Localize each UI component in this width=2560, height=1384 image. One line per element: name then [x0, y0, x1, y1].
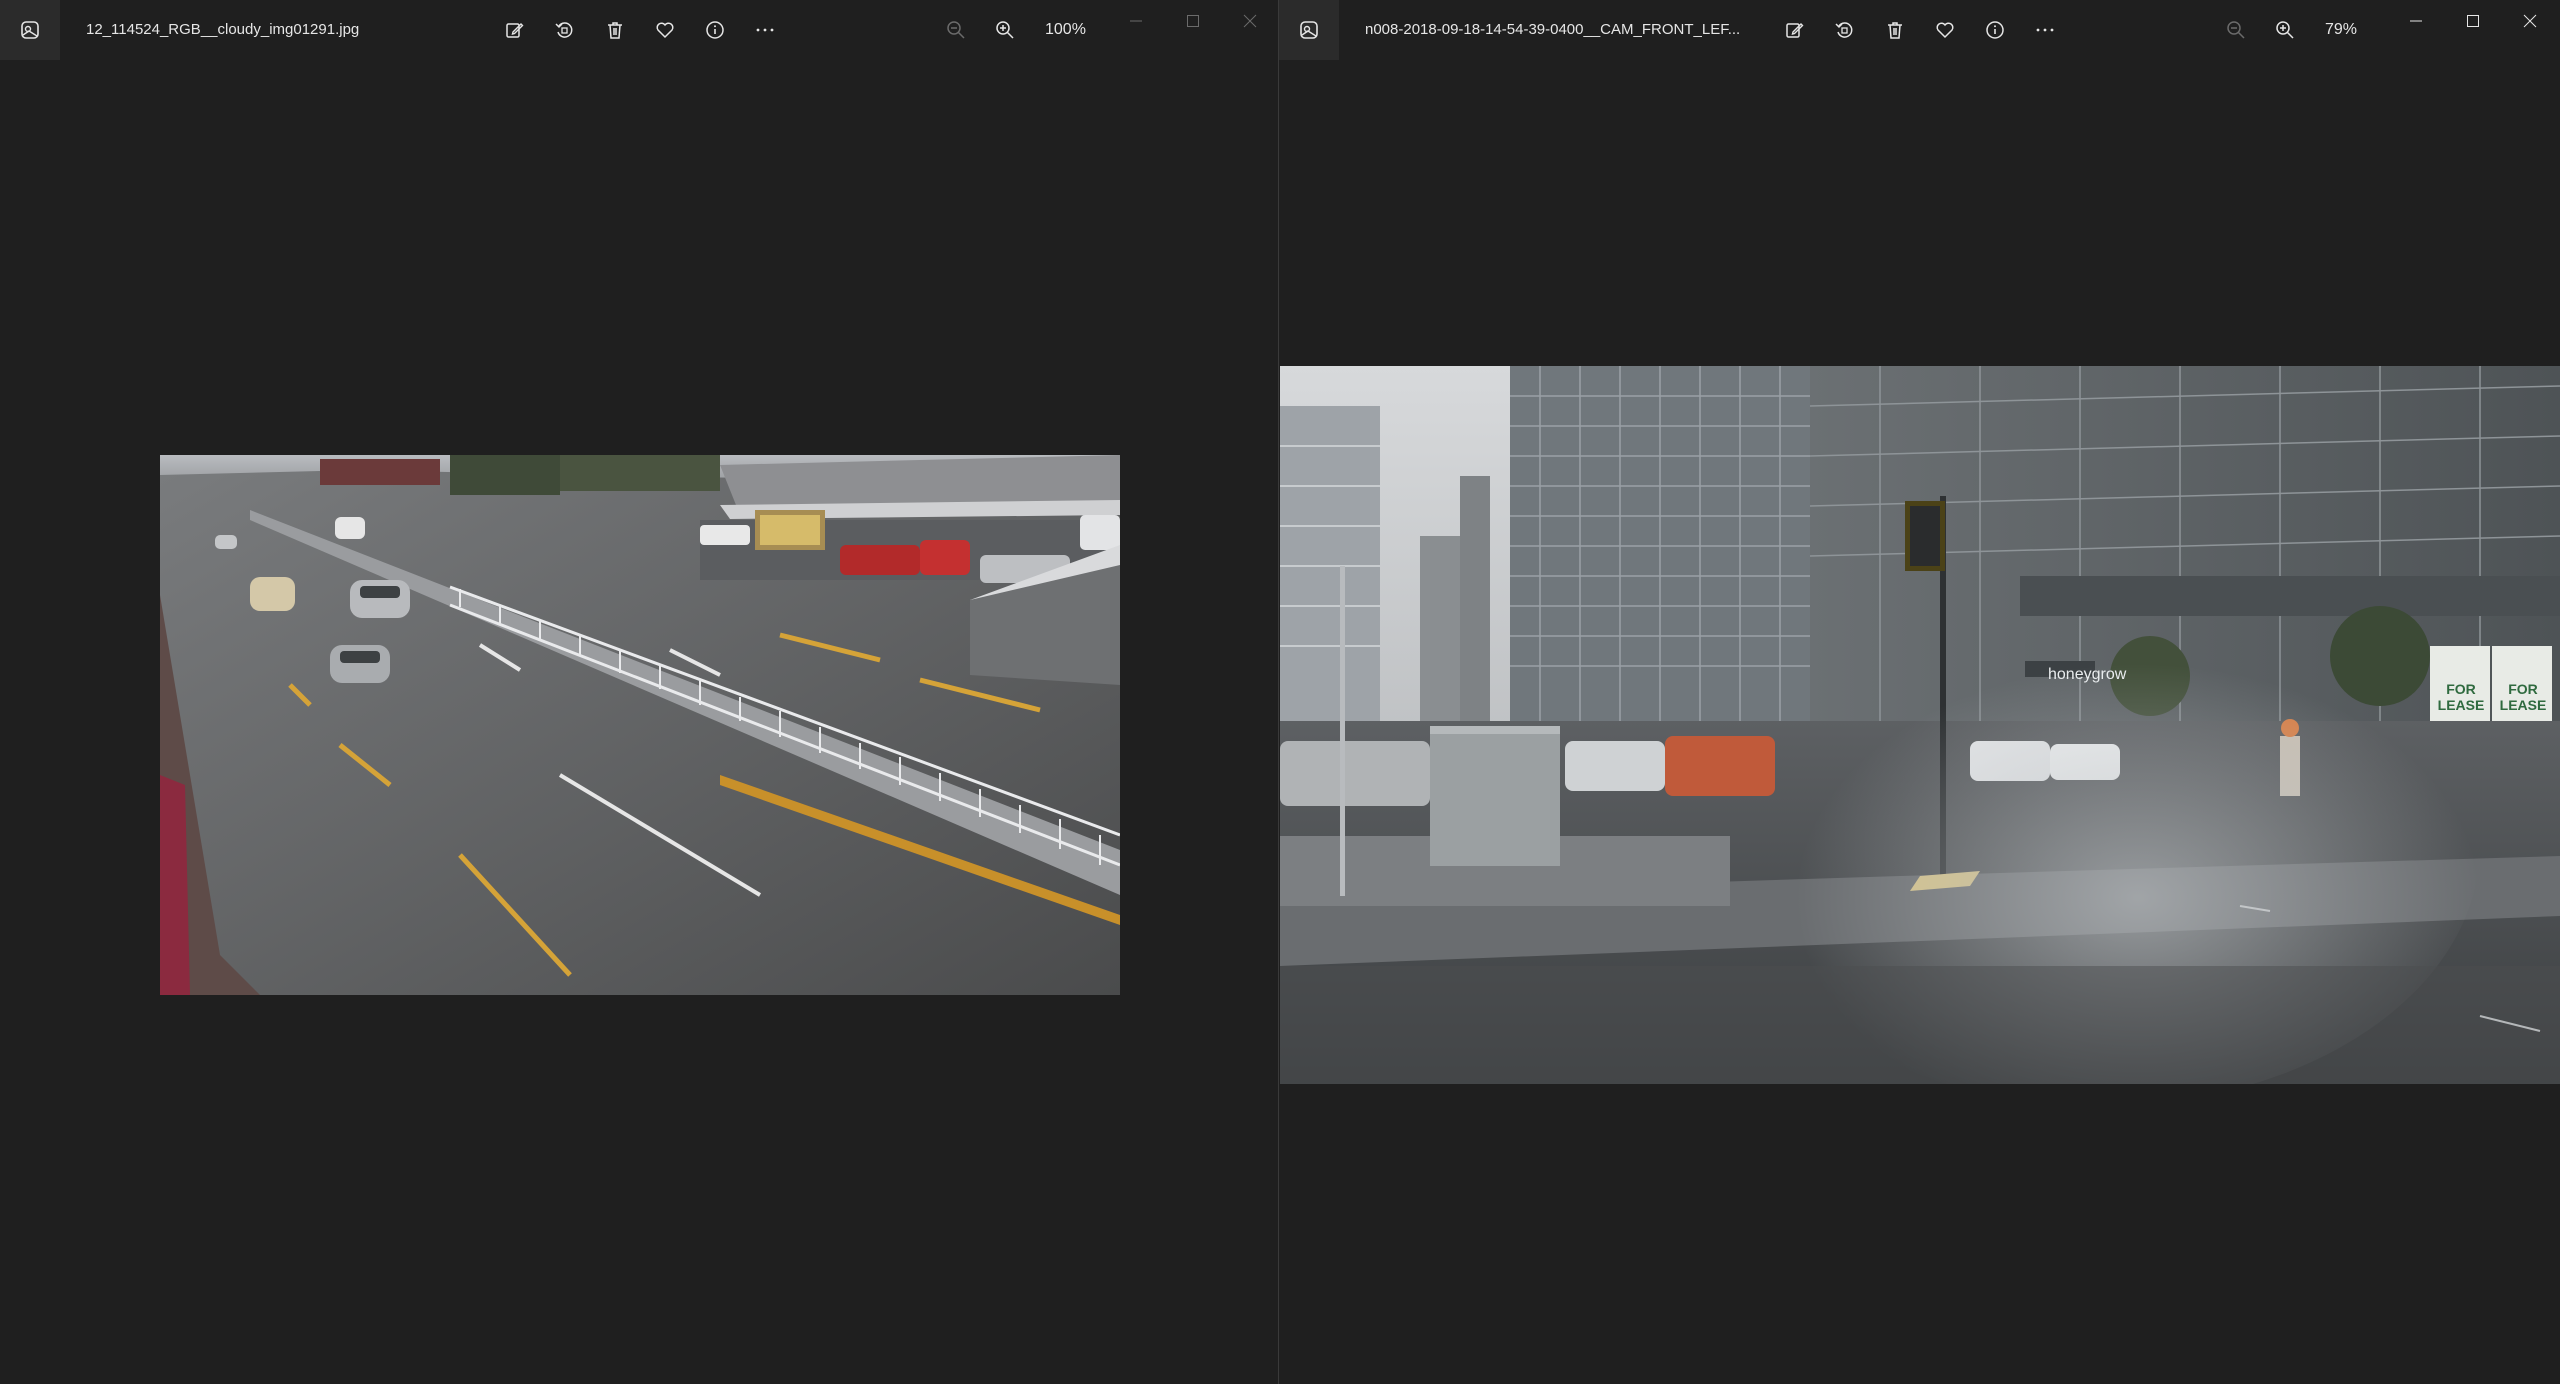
photo-viewer-window-left: 12_114524_RGB__cloudy_img01291.jpg 100% [0, 0, 1278, 1384]
zoom-level[interactable]: 79% [2325, 0, 2357, 60]
info-icon[interactable] [700, 15, 730, 45]
edit-icon[interactable] [499, 15, 529, 45]
minimize-icon[interactable] [2396, 6, 2436, 36]
lease-banner-text-2: FOR LEASE [2499, 681, 2547, 713]
more-icon[interactable] [750, 15, 780, 45]
file-name: 12_114524_RGB__cloudy_img01291.jpg [86, 21, 360, 38]
zoom-level[interactable]: 100% [1045, 0, 1086, 60]
zoom-in-icon[interactable] [2270, 15, 2300, 45]
favorite-icon[interactable] [1930, 15, 1960, 45]
zoom-in-icon[interactable] [990, 15, 1020, 45]
rotate-icon[interactable] [1829, 15, 1859, 45]
more-icon[interactable] [2030, 15, 2060, 45]
photos-app-icon[interactable] [1279, 0, 1339, 60]
delete-icon[interactable] [600, 15, 630, 45]
maximize-icon[interactable] [2453, 6, 2493, 36]
info-icon[interactable] [1980, 15, 2010, 45]
maximize-icon[interactable] [1173, 6, 1213, 36]
close-icon[interactable] [2510, 6, 2550, 36]
photo-viewer-window-right: n008-2018-09-18-14-54-39-0400__CAM_FRONT… [1279, 0, 2560, 1384]
zoom-out-icon[interactable] [2221, 15, 2251, 45]
close-icon[interactable] [1230, 6, 1270, 36]
delete-icon[interactable] [1880, 15, 1910, 45]
photos-app-icon[interactable] [0, 0, 60, 60]
title-bar: n008-2018-09-18-14-54-39-0400__CAM_FRONT… [1279, 0, 2560, 60]
lease-banner-text-1: FOR LEASE [2437, 681, 2485, 713]
favorite-icon[interactable] [650, 15, 680, 45]
zoom-out-icon[interactable] [941, 15, 971, 45]
file-name: n008-2018-09-18-14-54-39-0400__CAM_FRONT… [1365, 21, 1741, 38]
edit-icon[interactable] [1779, 15, 1809, 45]
minimize-icon[interactable] [1116, 6, 1156, 36]
photo-rainy-street: honeygrow FOR LEASE FOR LEASE [1280, 366, 2560, 1084]
store-sign-text: honeygrow [2048, 666, 2127, 683]
rotate-icon[interactable] [549, 15, 579, 45]
photo-road-overhead [160, 455, 1120, 995]
title-bar: 12_114524_RGB__cloudy_img01291.jpg 100% [0, 0, 1278, 60]
